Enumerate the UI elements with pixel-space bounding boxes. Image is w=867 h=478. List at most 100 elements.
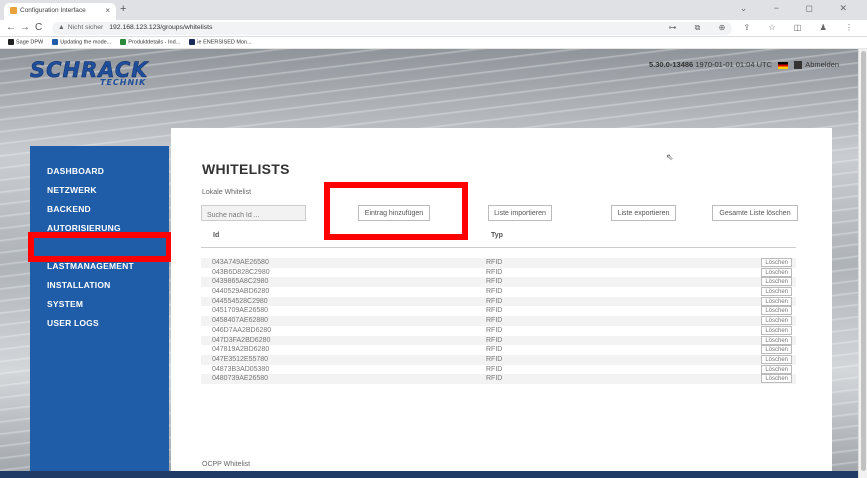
reload-icon[interactable]: C bbox=[35, 22, 42, 33]
row-type: RFID bbox=[486, 375, 503, 383]
bookmark-item[interactable]: Updating the mode... bbox=[52, 39, 111, 45]
page-scrollbar[interactable] bbox=[858, 49, 867, 478]
new-tab-button[interactable]: + bbox=[120, 3, 126, 15]
table-row: 0439865A8C2980 RFID Löschen bbox=[201, 277, 796, 288]
mouse-cursor-icon: ⇖ bbox=[666, 152, 674, 162]
bookmark-item[interactable]: ie ENERSISED Mon... bbox=[189, 39, 252, 46]
table-row: 0440529ABD6280 RFID Löschen bbox=[201, 287, 796, 297]
row-id: 044554528C2980 bbox=[212, 297, 268, 305]
highlight-box-add-entry bbox=[324, 182, 468, 240]
bookmark-item[interactable]: Produktdetails - Ind... bbox=[120, 39, 180, 45]
row-id: 043B6D828C2980 bbox=[212, 268, 270, 276]
delete-row-button[interactable]: Löschen bbox=[761, 335, 792, 345]
row-type: RFID bbox=[486, 317, 503, 325]
tab-close-icon[interactable]: × bbox=[105, 6, 110, 15]
browser-toolbar-icons[interactable]: ⊶ ⧉ ⊕ ⇪ ☆ ◫ ♟ ⋮ bbox=[668, 23, 861, 33]
table-row: 043B6D828C2980 RFID Löschen bbox=[201, 267, 796, 278]
forward-icon[interactable]: → bbox=[20, 22, 30, 33]
delete-row-button[interactable]: Löschen bbox=[761, 354, 792, 364]
page-bottom-bar bbox=[0, 471, 858, 478]
ocpp-whitelist-title: OCPP Whitelist bbox=[202, 461, 251, 468]
bookmark-label: Produktdetails - Ind... bbox=[128, 39, 181, 46]
row-type: RFID bbox=[486, 355, 503, 363]
delete-row-button[interactable]: Löschen bbox=[761, 306, 792, 316]
column-header-type[interactable]: Typ bbox=[491, 232, 503, 239]
row-type: RFID bbox=[486, 297, 503, 305]
delete-row-button[interactable]: Löschen bbox=[761, 325, 792, 335]
delete-row-button[interactable]: Löschen bbox=[761, 277, 792, 287]
row-id: 047E3512E55780 bbox=[212, 355, 269, 363]
row-id: 043A749AE26580 bbox=[212, 259, 269, 266]
logout-link[interactable]: Abmelden bbox=[805, 60, 839, 69]
url-bar[interactable]: ▲ Nicht sicher 192.168.123.123/groups/whit… bbox=[52, 22, 732, 35]
row-id: 04873B3AD05380 bbox=[212, 365, 270, 373]
row-type: RFID bbox=[486, 365, 503, 373]
header-info: 5.30.0-13486 1970-01-01 01:04 UTC Abmeld… bbox=[649, 60, 839, 70]
row-type: RFID bbox=[486, 268, 503, 276]
table-row: 046D7AA2BD6280 RFID Löschen bbox=[201, 325, 796, 336]
logout-icon[interactable] bbox=[794, 61, 803, 70]
sidebar-item-backend[interactable]: BACKEND bbox=[47, 204, 91, 214]
url-text: 192.168.123.123/groups/whitelists bbox=[109, 24, 213, 31]
table-row: 043A749AE26580 RFID Löschen bbox=[201, 258, 796, 268]
table-row: 047D3FA2BD6280 RFID Löschen bbox=[201, 335, 796, 346]
row-type: RFID bbox=[486, 288, 503, 296]
delete-row-button[interactable]: Löschen bbox=[761, 258, 792, 267]
sidebar-item-netzwerk[interactable]: NETZWERK bbox=[47, 185, 97, 195]
delete-all-button[interactable]: Gesamte Liste löschen bbox=[712, 205, 798, 221]
row-type: RFID bbox=[486, 307, 503, 315]
sidebar-item-dashboard[interactable]: DASHBOARD bbox=[47, 166, 104, 176]
datetime-label: 1970-01-01 01:04 UTC bbox=[695, 60, 773, 69]
delete-row-button[interactable]: Löschen bbox=[761, 364, 792, 374]
row-id: 0439865A8C2980 bbox=[212, 278, 269, 286]
window-controls[interactable]: ⌄ − ◻ ✕ bbox=[740, 3, 859, 14]
tab-title: Configuration Interface bbox=[20, 7, 86, 15]
sidebar-item-installation[interactable]: INSTALLATION bbox=[47, 280, 110, 290]
sidebar-item-user-logs[interactable]: USER LOGS bbox=[47, 318, 99, 328]
bookmark-item[interactable]: Sage DPW bbox=[8, 39, 43, 45]
bookmark-label: Updating the mode... bbox=[60, 39, 112, 46]
table-row: 0480739AE26580 RFID Löschen bbox=[201, 374, 796, 384]
sidebar-nav: DASHBOARD NETZWERK BACKEND AUTORISIERUNG… bbox=[30, 146, 169, 472]
export-list-button[interactable]: Liste exportieren bbox=[611, 205, 676, 221]
search-input[interactable] bbox=[201, 205, 306, 221]
row-id: 0451709AE26580 bbox=[212, 307, 269, 315]
scrollbar-thumb[interactable] bbox=[861, 51, 866, 471]
column-header-id[interactable]: Id bbox=[213, 232, 219, 239]
table-row: 04873B3AD05380 RFID Löschen bbox=[201, 364, 796, 375]
german-flag-icon[interactable] bbox=[778, 61, 789, 69]
bookmark-label: ie ENERSISED Mon... bbox=[197, 39, 252, 46]
bookmark-icon bbox=[52, 39, 59, 45]
row-id: 047D3FA2BD6280 bbox=[212, 336, 271, 344]
highlight-box-sidebar bbox=[28, 232, 172, 262]
warning-icon: ▲ bbox=[58, 24, 65, 31]
table-header-divider bbox=[201, 247, 796, 248]
row-id: 046D7AA2BD6280 bbox=[212, 326, 272, 334]
row-type: RFID bbox=[486, 346, 503, 354]
page-title: WHITELISTS bbox=[202, 161, 290, 177]
delete-row-button[interactable]: Löschen bbox=[761, 267, 792, 277]
delete-row-button[interactable]: Löschen bbox=[761, 345, 792, 355]
back-icon[interactable]: ← bbox=[6, 22, 16, 33]
bookmark-icon bbox=[120, 39, 127, 45]
table-row: 047E3512E55780 RFID Löschen bbox=[201, 354, 796, 365]
bookmark-icon bbox=[189, 39, 196, 45]
delete-row-button[interactable]: Löschen bbox=[761, 374, 792, 384]
delete-row-button[interactable]: Löschen bbox=[761, 296, 792, 306]
table-row: 0451709AE26580 RFID Löschen bbox=[201, 306, 796, 316]
import-list-button[interactable]: Liste importieren bbox=[488, 205, 552, 221]
sidebar-item-system[interactable]: SYSTEM bbox=[47, 299, 83, 309]
browser-tab[interactable]: Configuration Interface × bbox=[4, 3, 116, 20]
bookmarks-bar: Sage DPW Updating the mode... Produktdetai… bbox=[0, 37, 867, 49]
bookmark-label: Sage DPW bbox=[16, 39, 44, 46]
row-id: 0458407AE62880 bbox=[212, 317, 269, 325]
table-row: 047819A2BD6280 RFID Löschen bbox=[201, 345, 796, 355]
bookmark-icon bbox=[8, 39, 14, 45]
section-subtitle: Lokale Whitelist bbox=[202, 189, 252, 196]
delete-row-button[interactable]: Löschen bbox=[761, 316, 792, 326]
delete-row-button[interactable]: Löschen bbox=[761, 287, 792, 297]
main-panel: WHITELISTS ⇖ Lokale Whitelist Eintrag hi… bbox=[171, 128, 832, 472]
sidebar-item-lastmanagement[interactable]: LASTMANAGEMENT bbox=[47, 261, 134, 271]
address-bar-row: ← → C ▲ Nicht sicher 192.168.123.123/group… bbox=[0, 20, 867, 37]
table-row: 044554528C2980 RFID Löschen bbox=[201, 296, 796, 307]
